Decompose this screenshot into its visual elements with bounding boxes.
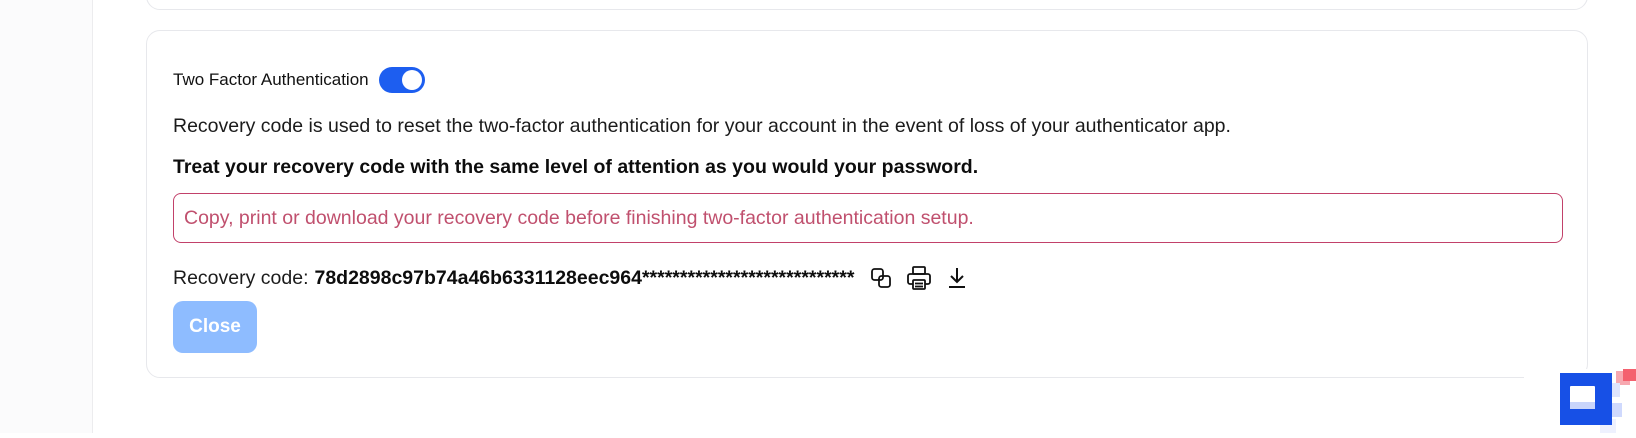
recovery-code-label: Recovery code: [173, 267, 308, 290]
chat-widget-icon[interactable] [1524, 369, 1636, 433]
two-factor-header: Two Factor Authentication [173, 67, 425, 93]
two-factor-label: Two Factor Authentication [173, 70, 369, 90]
copy-icon[interactable] [868, 265, 894, 291]
left-sidebar [0, 0, 93, 433]
recovery-alert-text: Copy, print or download your recovery co… [184, 207, 974, 230]
two-factor-toggle[interactable] [379, 67, 425, 93]
previous-card [146, 0, 1588, 10]
recovery-warning: Treat your recovery code with the same l… [173, 156, 978, 179]
print-icon[interactable] [906, 265, 932, 291]
recovery-code-value: 78d2898c97b74a46b6331128eec964**********… [314, 267, 854, 290]
toggle-knob [402, 70, 422, 90]
two-factor-card: Two Factor Authentication Recovery code … [146, 30, 1588, 378]
recovery-alert: Copy, print or download your recovery co… [173, 193, 1563, 243]
recovery-description: Recovery code is used to reset the two-f… [173, 115, 1231, 138]
download-icon[interactable] [944, 265, 970, 291]
recovery-code-actions [868, 265, 970, 291]
recovery-code-row: Recovery code: 78d2898c97b74a46b6331128e… [173, 263, 970, 293]
close-button[interactable]: Close [173, 301, 257, 353]
